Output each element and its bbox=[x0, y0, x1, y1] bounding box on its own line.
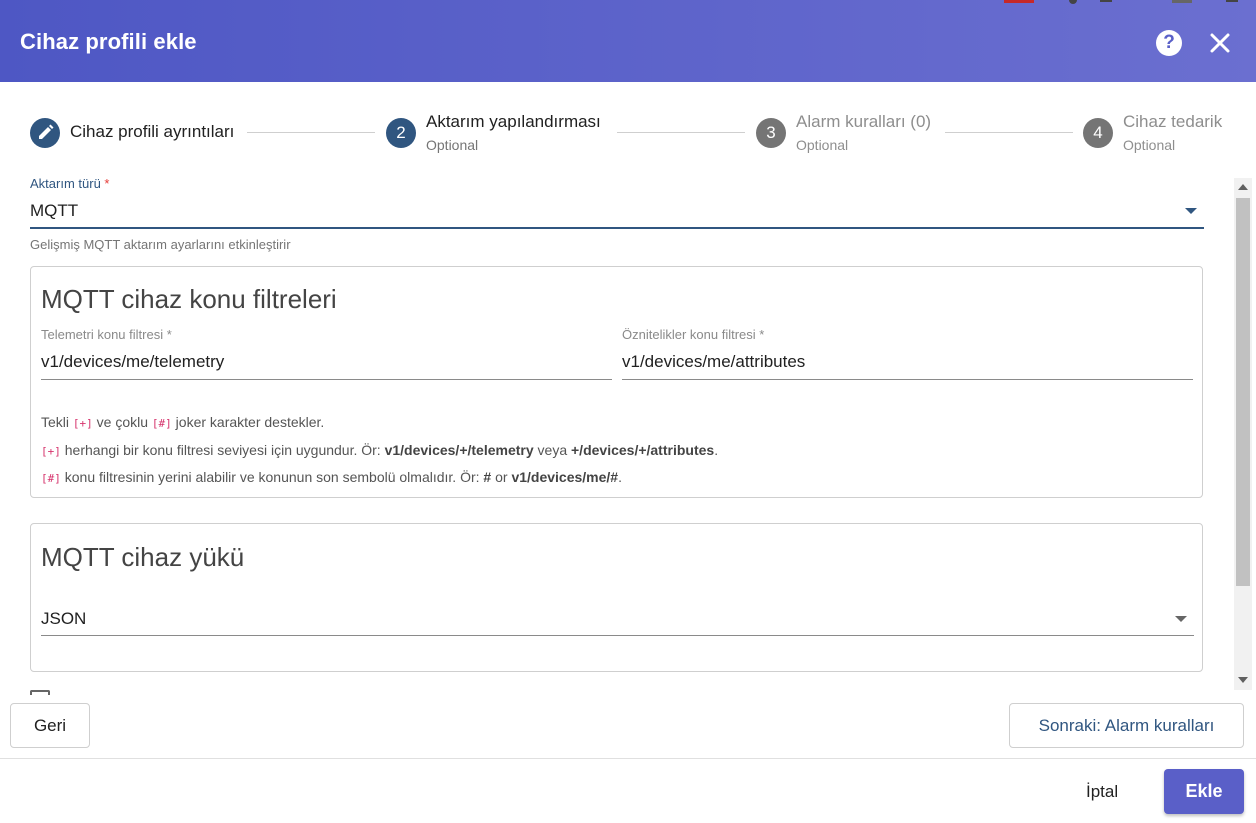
checkbox-partial[interactable] bbox=[30, 690, 50, 695]
transport-type-hint: Gelişmiş MQTT aktarım ayarlarını etkinle… bbox=[30, 237, 291, 252]
info-text: . bbox=[714, 442, 719, 458]
attributes-filter-label: Öznitelikler konu filtresi * bbox=[622, 327, 765, 342]
payload-type-select[interactable]: JSON bbox=[41, 609, 86, 629]
telemetry-filter-label: Telemetri konu filtresi * bbox=[41, 327, 172, 342]
example-telemetry-topic: v1/devices/+/telemetry bbox=[384, 442, 534, 458]
info-text: veya bbox=[533, 442, 571, 458]
back-button[interactable]: Geri bbox=[10, 703, 90, 748]
transport-type-label: Aktarım türü * bbox=[30, 176, 109, 191]
help-icon[interactable]: ? bbox=[1156, 30, 1182, 56]
step-2-sub: Optional bbox=[426, 137, 479, 153]
info-text: ve çoklu bbox=[92, 414, 152, 430]
step-3-circle: 3 bbox=[756, 118, 786, 148]
step-3-sub: Optional bbox=[796, 137, 849, 153]
scroll-down-arrow-icon[interactable] bbox=[1238, 677, 1248, 683]
step-4-label: Cihaz tedarik bbox=[1123, 112, 1223, 131]
info-text: herhangi bir konu filtresi seviyesi için… bbox=[60, 442, 385, 458]
code-single-wildcard: [+] bbox=[41, 445, 61, 458]
info-text: or bbox=[491, 469, 512, 485]
mqtt-payload-title: MQTT cihaz yükü bbox=[41, 542, 245, 572]
pencil-icon bbox=[39, 124, 54, 139]
transport-type-select[interactable]: MQTT bbox=[30, 201, 78, 221]
dialog-header: Cihaz profili ekle ? bbox=[0, 0, 1256, 82]
step-2-circle: 2 bbox=[386, 118, 416, 148]
info-text: . bbox=[618, 469, 622, 485]
step-2-label: Aktarım yapılandırması bbox=[426, 112, 601, 131]
close-icon[interactable] bbox=[1206, 29, 1234, 57]
code-multi-wildcard: [#] bbox=[41, 472, 61, 485]
code-single-wildcard: [+] bbox=[72, 417, 93, 430]
scrollbar-thumb[interactable] bbox=[1236, 198, 1250, 586]
step-1-label: Cihaz profili ayrıntıları bbox=[70, 122, 235, 141]
transport-type-label-text: Aktarım türü bbox=[30, 176, 101, 191]
transport-type-underline bbox=[30, 227, 1204, 229]
step-4-sub: Optional bbox=[1123, 137, 1176, 153]
stepper-connector bbox=[945, 132, 1073, 133]
cancel-button[interactable]: İptal bbox=[1086, 782, 1118, 802]
chevron-down-icon[interactable] bbox=[1175, 616, 1187, 622]
code-multi-wildcard: [#] bbox=[151, 417, 172, 430]
step-3-label: Alarm kuralları (0) bbox=[796, 112, 932, 131]
wildcard-info-line-3: [#] konu filtresinin yerini alabilir ve … bbox=[41, 469, 622, 485]
attributes-filter-underline bbox=[622, 379, 1193, 380]
required-mark: * bbox=[104, 176, 110, 191]
chevron-down-icon[interactable] bbox=[1185, 208, 1197, 214]
add-button[interactable]: Ekle bbox=[1164, 769, 1244, 814]
wildcard-info-line-1: Tekli [+] ve çoklu [#] joker karakter de… bbox=[41, 414, 324, 430]
attributes-filter-input[interactable]: v1/devices/me/attributes bbox=[622, 352, 805, 372]
footer-divider bbox=[0, 758, 1256, 759]
info-text: konu filtresinin yerini alabilir ve konu… bbox=[60, 469, 484, 485]
stepper-connector bbox=[617, 132, 745, 133]
payload-type-underline bbox=[41, 635, 1194, 636]
mqtt-topic-filters-title: MQTT cihaz konu filtreleri bbox=[41, 284, 337, 314]
stepper-connector bbox=[247, 132, 375, 133]
wildcard-info-line-2: [+] herhangi bir konu filtresi seviyesi … bbox=[41, 442, 718, 458]
step-4-circle: 4 bbox=[1083, 118, 1113, 148]
step-1-done-circle bbox=[30, 118, 60, 148]
example-me-topic: v1/devices/me/# bbox=[511, 469, 619, 485]
info-text: Tekli bbox=[41, 414, 73, 430]
scroll-up-arrow-icon[interactable] bbox=[1238, 184, 1248, 190]
example-attributes-topic: +/devices/+/attributes bbox=[571, 442, 715, 458]
telemetry-filter-underline bbox=[41, 379, 612, 380]
next-alarm-rules-button[interactable]: Sonraki: Alarm kuralları bbox=[1009, 703, 1244, 748]
info-text: joker karakter destekler. bbox=[171, 414, 325, 430]
background-toolbar-peek bbox=[1004, 0, 1238, 4]
dialog-title: Cihaz profili ekle bbox=[20, 29, 197, 54]
telemetry-filter-input[interactable]: v1/devices/me/telemetry bbox=[41, 352, 224, 372]
